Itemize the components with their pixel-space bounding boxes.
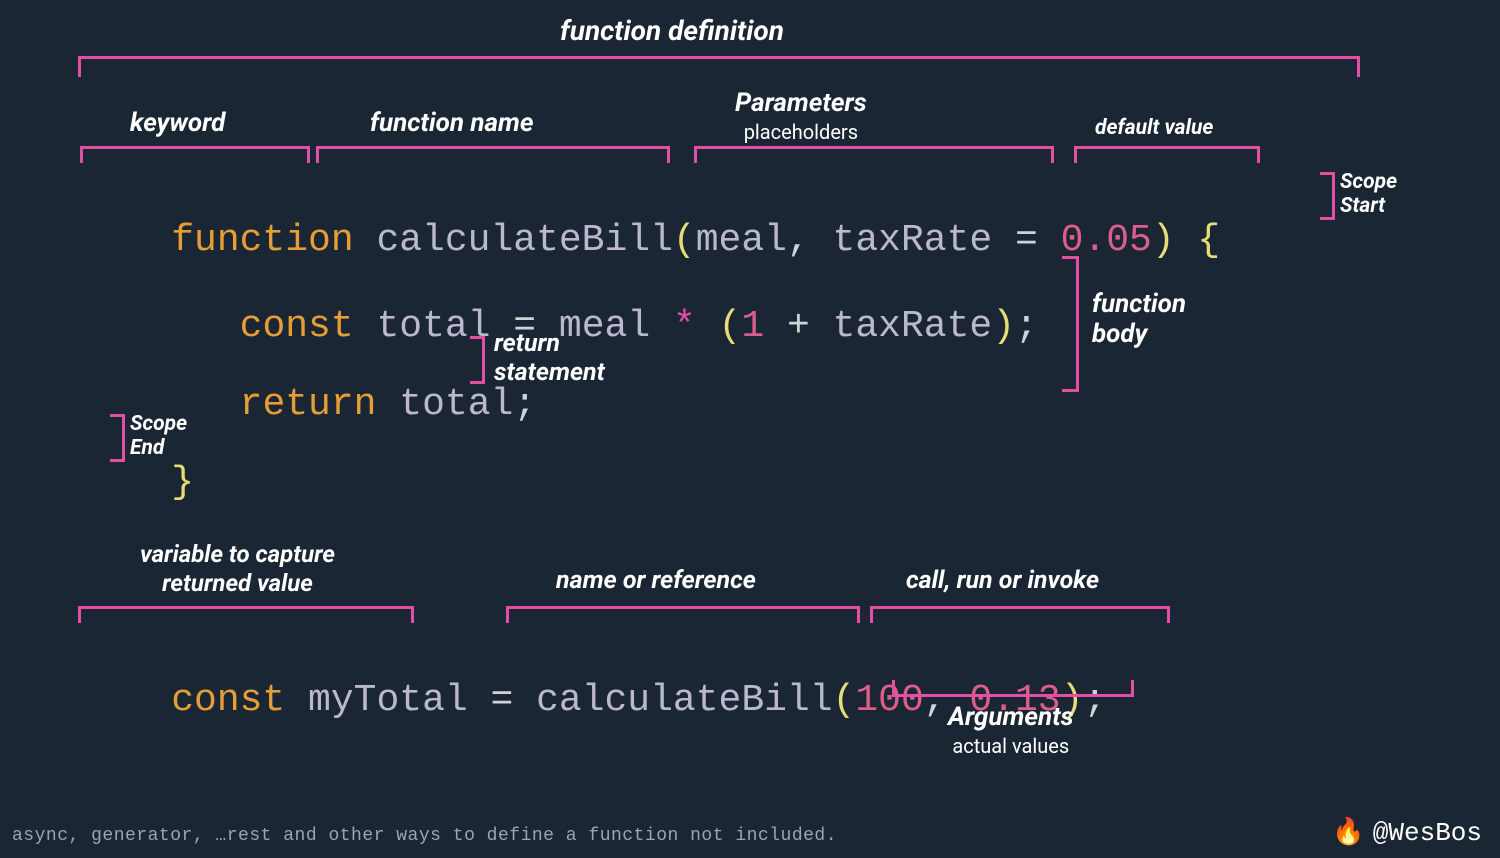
bracket-variable-capture: [78, 606, 414, 623]
bracket-call-invoke: [870, 606, 1170, 623]
label-keyword: keyword: [130, 108, 225, 138]
token-close-brace: }: [171, 461, 194, 504]
token-return: return: [240, 383, 400, 426]
token-taxrate-ref: taxRate: [833, 305, 993, 348]
label-function-body: function body: [1092, 290, 1186, 350]
token-comma: ,: [787, 219, 833, 262]
label-scope-end: Scope End: [130, 412, 187, 460]
token-plus: +: [787, 305, 833, 348]
token-close-paren-2: ): [992, 305, 1015, 348]
label-function-definition: function definition: [560, 14, 784, 47]
label-arguments-text: Arguments: [948, 702, 1074, 732]
token-function-keyword: function: [171, 219, 376, 262]
bracket-function-body: [1062, 256, 1079, 392]
label-scope-start: Scope Start: [1340, 170, 1397, 218]
token-open-paren: (: [673, 219, 696, 262]
label-function-name: function name: [370, 108, 534, 138]
bracket-function-name: [316, 146, 670, 163]
token-function-name: calculateBill: [376, 219, 672, 262]
credit: 🔥 @WesBos: [1332, 817, 1482, 848]
bracket-scope-start: [1320, 172, 1335, 220]
token-param-meal: meal: [696, 219, 787, 262]
token-call-name: calculateBill: [536, 679, 832, 722]
token-open-brace: {: [1197, 219, 1220, 262]
label-return-statement: return statement: [494, 330, 605, 388]
label-name-reference: name or reference: [556, 566, 756, 595]
bracket-name-reference: [506, 606, 860, 623]
label-parameters: Parameters placeholders: [735, 88, 867, 144]
token-open-paren-5: (: [833, 679, 856, 722]
bracket-default-value: [1074, 146, 1260, 163]
token-semi-2: ;: [1015, 305, 1038, 348]
bracket-scope-end: [110, 414, 125, 462]
label-arguments-sub: actual values: [948, 734, 1074, 758]
token-total-ref: total: [399, 383, 513, 426]
footer-note: async, generator, …rest and other ways t…: [12, 826, 837, 846]
credit-handle: @WesBos: [1373, 818, 1482, 848]
token-mytotal: myTotal: [308, 679, 490, 722]
bracket-parameters: [694, 146, 1054, 163]
label-arguments: Arguments actual values: [948, 702, 1074, 758]
token-param-taxrate: taxRate: [833, 219, 1015, 262]
label-call-invoke: call, run or invoke: [906, 566, 1099, 595]
token-star: *: [673, 305, 719, 348]
token-open-paren-2: (: [719, 305, 742, 348]
bracket-return-statement: [470, 336, 485, 384]
token-eq-5: =: [490, 679, 536, 722]
bracket-function-definition: [78, 56, 1360, 77]
fire-icon: 🔥: [1332, 817, 1364, 848]
label-variable-capture: variable to capture returned value: [140, 540, 335, 598]
token-close-paren: ): [1152, 219, 1198, 262]
token-one: 1: [741, 305, 787, 348]
bracket-arguments: [892, 680, 1134, 697]
label-parameters-sub: placeholders: [735, 120, 867, 144]
token-semi-3: ;: [513, 383, 536, 426]
label-parameters-text: Parameters: [735, 88, 867, 118]
label-default-value: default value: [1095, 116, 1213, 140]
bracket-keyword: [80, 146, 310, 163]
token-const-2: const: [171, 679, 308, 722]
token-eq: =: [1015, 219, 1061, 262]
